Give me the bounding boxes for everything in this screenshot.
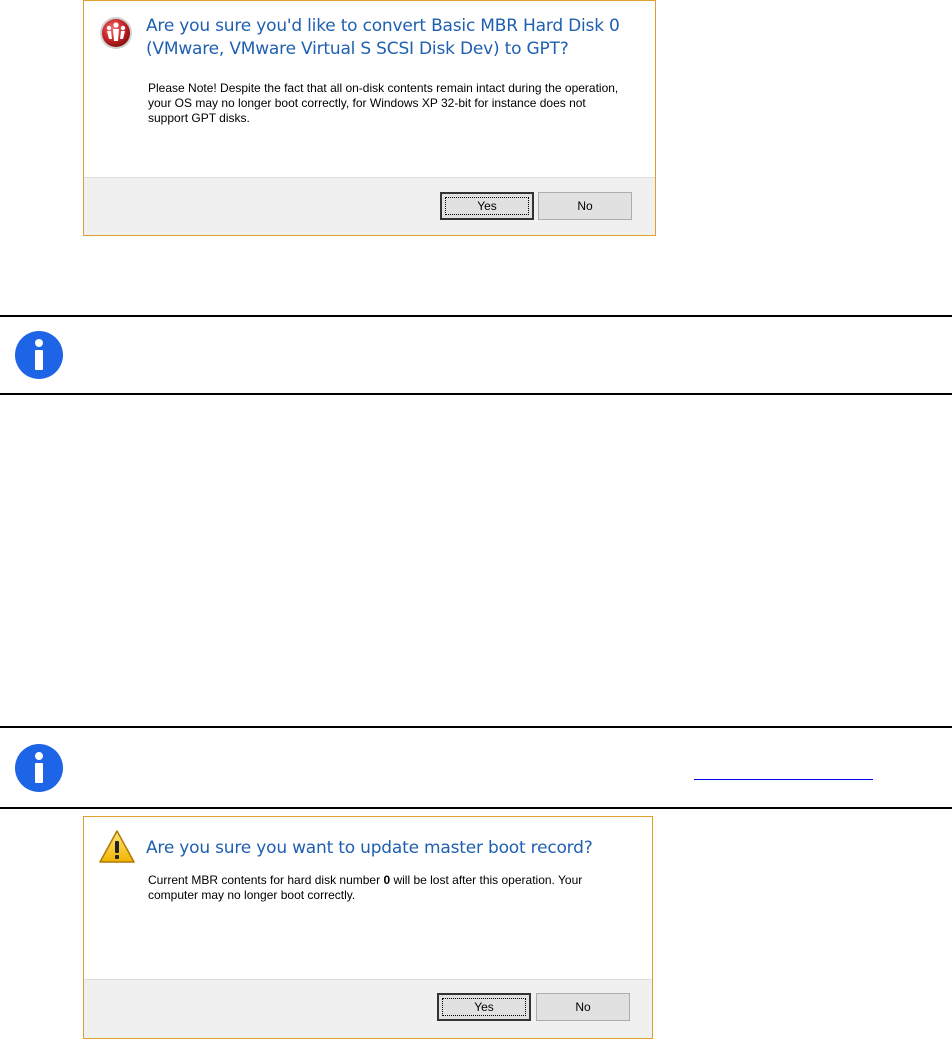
no-button-label: No (575, 1000, 591, 1014)
dialog-title: Are you sure you'd like to convert Basic… (146, 16, 620, 59)
dialog-footer: Yes No (84, 979, 652, 1038)
info-icon (14, 743, 64, 793)
yes-button[interactable]: Yes (437, 993, 531, 1021)
info-icon (14, 330, 64, 380)
yes-button-label: Yes (477, 199, 497, 213)
paragon-logo-icon (99, 16, 133, 50)
info-note (0, 726, 952, 809)
no-button[interactable]: No (536, 993, 630, 1021)
dialog-title: Are you sure you want to update master b… (146, 838, 593, 858)
convert-gpt-dialog: Are you sure you'd like to convert Basic… (83, 0, 656, 236)
yes-button[interactable]: Yes (440, 192, 534, 220)
note-hyperlink[interactable] (694, 758, 873, 780)
dialog-message: Please Note! Despite the fact that all o… (148, 81, 619, 125)
dialog-footer: Yes No (84, 177, 655, 235)
warning-icon (98, 829, 135, 863)
update-mbr-dialog: Are you sure you want to update master b… (83, 816, 653, 1039)
info-note (0, 315, 952, 395)
dialog-message: Current MBR contents for hard disk numbe… (148, 873, 622, 903)
no-button-label: No (577, 199, 593, 213)
yes-button-label: Yes (474, 1000, 494, 1014)
message-text: Current MBR contents for hard disk numbe… (148, 873, 384, 887)
no-button[interactable]: No (538, 192, 632, 220)
